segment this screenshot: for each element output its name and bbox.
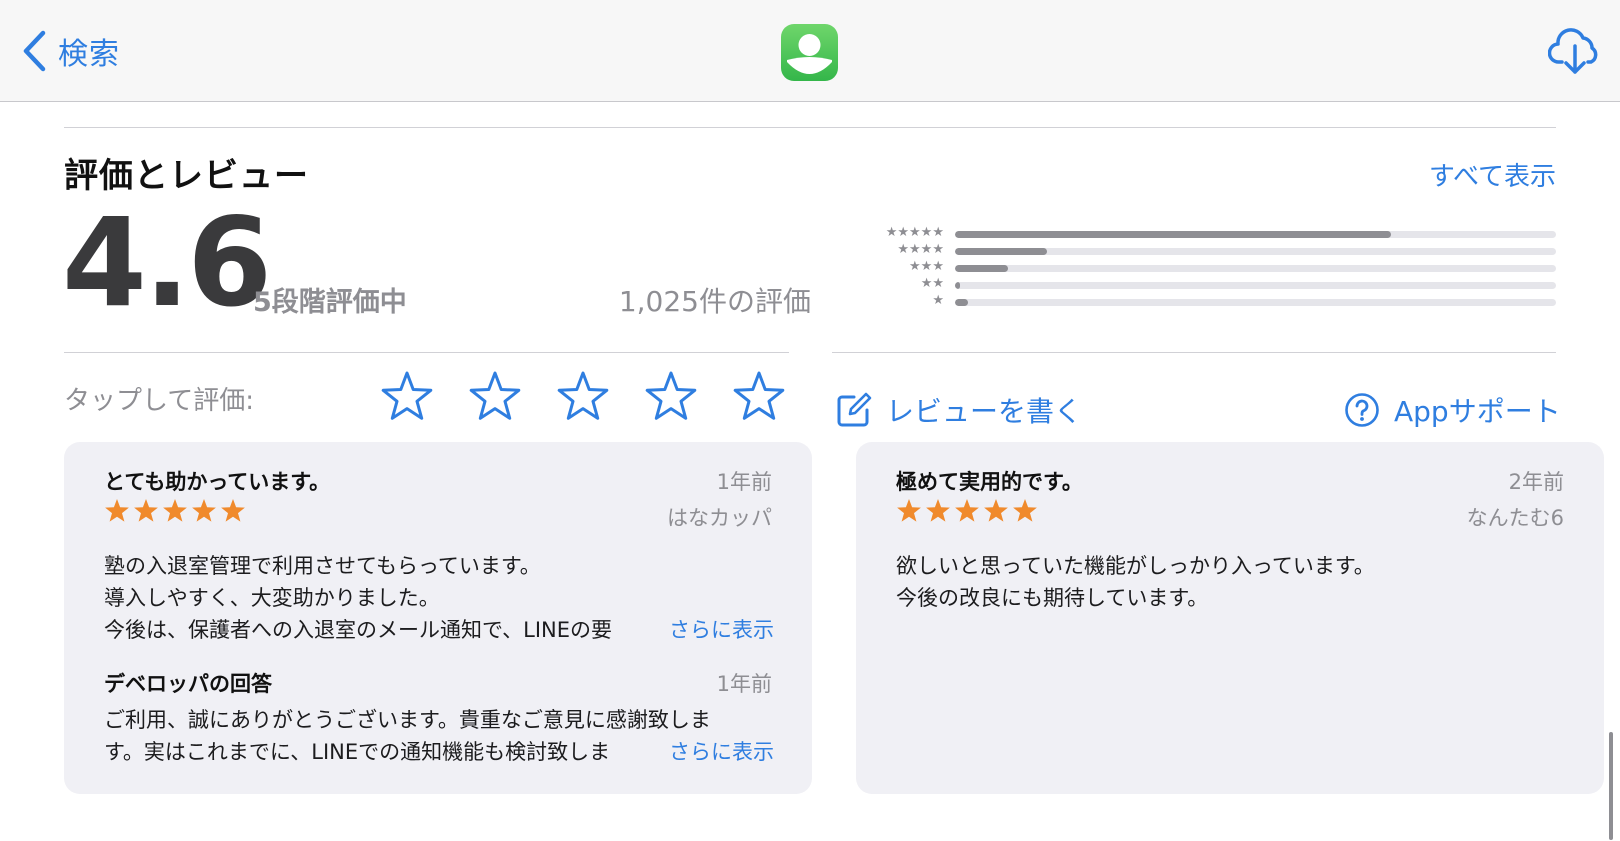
- average-rating: 4.6: [62, 192, 272, 334]
- developer-response-line: ご利用、誠にありがとうございます。貴重なご意見に感謝致しま: [104, 708, 711, 732]
- scrollbar[interactable]: [1609, 732, 1613, 840]
- rate-star-3-icon[interactable]: [556, 370, 610, 424]
- histogram-stars: ★: [932, 293, 944, 308]
- histogram-fill: [955, 282, 960, 289]
- star-filled-icon: [1013, 499, 1037, 522]
- review-line: 今後の改良にも期待しています。: [896, 586, 1209, 610]
- review-line-truncated: 今後は、保護者への入退室のメール通知で、LINEの要 さらに表示: [104, 614, 774, 646]
- histogram-row: ★★★★: [850, 242, 1556, 259]
- more-link[interactable]: さらに表示: [639, 614, 774, 646]
- review-date: 1年前: [716, 470, 772, 494]
- review-card[interactable]: 極めて実用的です。 2年前 なんたむ6 欲しいと思っていた機能がしっかり入ってい…: [856, 442, 1604, 794]
- navigation-bar: 検索: [0, 0, 1620, 102]
- rate-star-2-icon[interactable]: [468, 370, 522, 424]
- review-line: 今後は、保護者への入退室のメール通知で、LINEの要: [104, 618, 613, 642]
- tap-to-rate-stars: [380, 370, 786, 424]
- review-body: 欲しいと思っていた機能がしっかり入っています。 今後の改良にも期待しています。: [896, 550, 1566, 614]
- histogram-fill: [955, 299, 969, 306]
- review-card[interactable]: とても助かっています。 1年前 はなカッパ 塾の入退室管理で利用させてもらってい…: [64, 442, 812, 794]
- divider-left: [64, 352, 789, 353]
- histogram-row: ★★★★★: [850, 225, 1556, 242]
- review-body: 塾の入退室管理で利用させてもらっています。 導入しやすく、大変助かりました。 今…: [104, 550, 774, 646]
- histogram-fill: [955, 248, 1047, 255]
- out-of-label: 5段階評価中: [253, 287, 407, 318]
- app-support-button[interactable]: Appサポート: [1344, 390, 1561, 430]
- histogram-stars: ★★★★: [897, 242, 944, 257]
- review-title: とても助かっています。: [104, 470, 331, 494]
- review-author: なんたむ6: [1466, 506, 1564, 530]
- rate-star-1-icon[interactable]: [380, 370, 434, 424]
- compose-icon: [837, 392, 872, 427]
- app-support-label: Appサポート: [1394, 395, 1561, 428]
- histogram-stars: ★★: [920, 276, 944, 291]
- star-filled-icon: [134, 499, 158, 522]
- review-line: 導入しやすく、大変助かりました。: [104, 586, 440, 610]
- star-filled-icon: [926, 499, 950, 522]
- histogram-track: [955, 282, 1556, 289]
- review-title: 極めて実用的です。: [896, 470, 1083, 494]
- developer-response-line-truncated: す。実はこれまでに、LINEでの通知機能も検討致しま さらに表示: [104, 736, 774, 768]
- back-label: 検索: [58, 37, 120, 72]
- histogram-track: [955, 265, 1556, 272]
- developer-response-body: ご利用、誠にありがとうございます。貴重なご意見に感謝致しま す。実はこれまでに、…: [104, 704, 774, 768]
- rate-star-5-icon[interactable]: [732, 370, 786, 424]
- review-line: 塾の入退室管理で利用させてもらっています。: [104, 554, 541, 578]
- review-stars: [104, 498, 246, 524]
- back-button[interactable]: 検索: [22, 28, 120, 74]
- app-icon: [781, 24, 838, 81]
- histogram-fill: [955, 265, 1008, 272]
- developer-response-line: す。実はこれまでに、LINEでの通知機能も検討致しま: [104, 740, 611, 764]
- write-review-button[interactable]: レビューを書く: [836, 390, 1082, 430]
- review-author: はなカッパ: [667, 506, 772, 530]
- developer-response-date: 1年前: [716, 672, 772, 696]
- histogram-stars: ★★★★★: [885, 225, 944, 240]
- star-filled-icon: [221, 499, 245, 522]
- question-circle-icon: [1345, 393, 1379, 427]
- tap-to-rate-label: タップして評価:: [64, 386, 254, 416]
- rating-count: 1,025件の評価: [618, 285, 811, 318]
- cloud-download-icon[interactable]: [1547, 26, 1602, 80]
- chevron-left-icon: [22, 30, 46, 72]
- divider-right: [832, 352, 1556, 353]
- section-divider: [64, 127, 1556, 128]
- review-line: 欲しいと思っていた機能がしっかり入っています。: [896, 554, 1375, 578]
- histogram-row: ★★★: [850, 259, 1556, 276]
- histogram-track: [955, 248, 1556, 255]
- review-stars: [896, 498, 1038, 524]
- see-all-link[interactable]: すべて表示: [1429, 156, 1556, 193]
- histogram-track: [955, 231, 1556, 238]
- star-filled-icon: [163, 499, 187, 522]
- star-filled-icon: [105, 499, 129, 522]
- star-filled-icon: [192, 499, 216, 522]
- histogram-stars: ★★★: [909, 259, 944, 274]
- histogram-fill: [955, 231, 1391, 238]
- histogram-row: ★: [850, 293, 1556, 310]
- histogram-row: ★★: [850, 276, 1556, 293]
- developer-response-label: デベロッパの回答: [104, 672, 272, 696]
- rate-star-4-icon[interactable]: [644, 370, 698, 424]
- histogram-track: [955, 299, 1556, 306]
- write-review-label: レビューを書く: [886, 395, 1083, 428]
- star-filled-icon: [897, 499, 921, 522]
- more-link[interactable]: さらに表示: [639, 736, 774, 768]
- section-title: 評価とレビュー: [64, 156, 309, 196]
- star-filled-icon: [984, 499, 1008, 522]
- review-date: 2年前: [1508, 470, 1564, 494]
- star-filled-icon: [955, 499, 979, 522]
